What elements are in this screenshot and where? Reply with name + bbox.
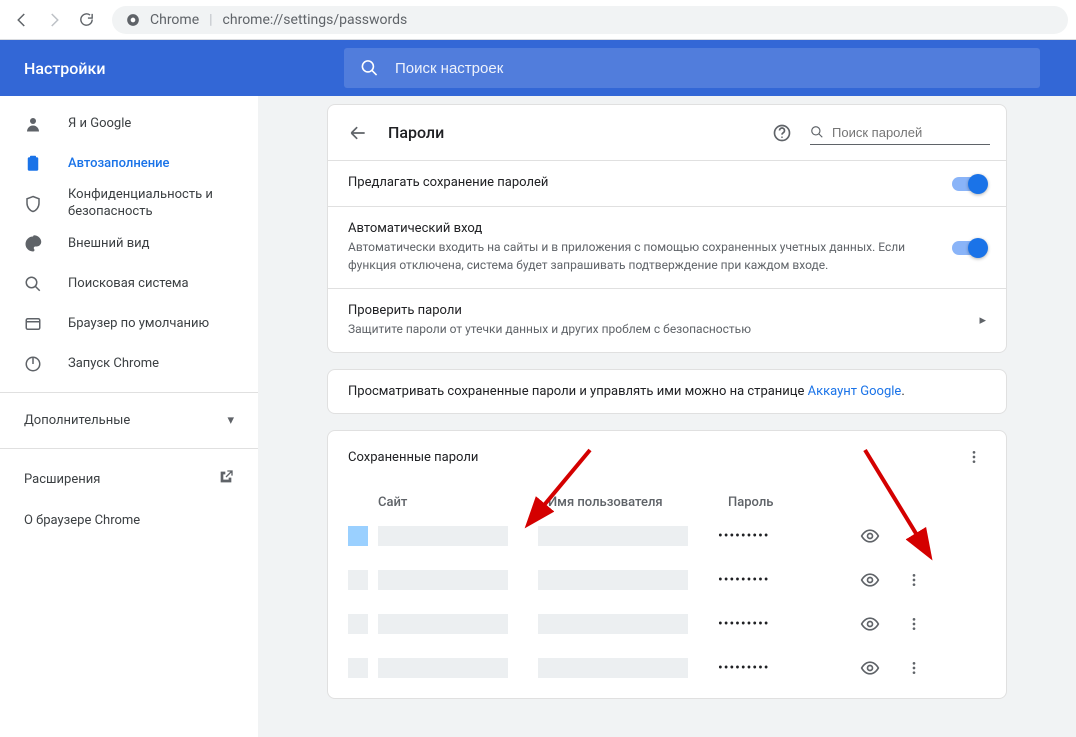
sidebar-item-search[interactable]: Поисковая система	[0, 264, 258, 304]
sidebar-item-startup[interactable]: Запуск Chrome	[0, 344, 258, 384]
chevron-down-icon: ▾	[227, 413, 234, 428]
password-row: •••••••••	[328, 558, 1006, 602]
password-columns: Сайт Имя пользователя Пароль	[328, 483, 1006, 514]
settings-search[interactable]	[344, 48, 1040, 88]
account-hint: Просматривать сохраненные пароли и управ…	[328, 370, 1006, 413]
palette-icon	[24, 235, 44, 253]
page-title: Пароли	[388, 123, 754, 142]
auto-signin-label: Автоматический вход	[348, 221, 936, 236]
browser-toolbar: Chrome | chrome://settings/passwords	[0, 0, 1076, 40]
password-row-menu[interactable]	[902, 656, 926, 680]
sidebar-item-label: Браузер по умолчанию	[68, 316, 258, 333]
chrome-icon	[126, 13, 140, 27]
person-icon	[24, 115, 44, 133]
search-icon	[24, 275, 44, 293]
show-password-button[interactable]	[858, 656, 882, 680]
saved-passwords-menu[interactable]	[962, 445, 986, 469]
address-url: chrome://settings/passwords	[223, 12, 408, 28]
help-button[interactable]	[770, 121, 794, 145]
col-pass: Пароль	[728, 495, 868, 510]
settings-header: Настройки	[0, 40, 1076, 96]
offer-save-toggle[interactable]	[952, 177, 986, 191]
saved-passwords-title: Сохраненные пароли	[348, 450, 962, 465]
password-masked: •••••••••	[718, 528, 858, 544]
password-masked: •••••••••	[718, 616, 858, 632]
sidebar-item-you-and-google[interactable]: Я и Google	[0, 104, 258, 144]
search-icon	[360, 58, 379, 78]
password-row: •••••••••	[328, 602, 1006, 646]
sidebar-item-default-browser[interactable]: Браузер по умолчанию	[0, 304, 258, 344]
sidebar: Я и Google Автозаполнение Конфиденциальн…	[0, 96, 258, 737]
sidebar-item-label: Я и Google	[68, 116, 258, 133]
back-button[interactable]	[8, 6, 36, 34]
password-search[interactable]	[810, 120, 990, 145]
external-link-icon	[218, 469, 234, 489]
address-product: Chrome	[150, 12, 199, 28]
settings-title: Настройки	[24, 59, 344, 78]
site-redacted	[378, 526, 508, 546]
col-site: Сайт	[378, 495, 548, 510]
check-passwords-label: Проверить пароли	[348, 303, 963, 318]
col-user: Имя пользователя	[548, 495, 728, 510]
sidebar-item-privacy[interactable]: Конфиденциальность и безопасность	[0, 184, 258, 224]
site-redacted	[378, 570, 508, 590]
site-redacted	[378, 658, 508, 678]
back-arrow-button[interactable]	[344, 119, 372, 147]
power-icon	[24, 355, 44, 373]
username-redacted	[538, 570, 688, 590]
page-header: Пароли	[327, 104, 1007, 160]
sidebar-item-autofill[interactable]: Автозаполнение	[0, 144, 258, 184]
sidebar-item-appearance[interactable]: Внешний вид	[0, 224, 258, 264]
sidebar-item-label: Внешний вид	[68, 236, 258, 253]
password-masked: •••••••••	[718, 660, 858, 676]
forward-button[interactable]	[40, 6, 68, 34]
password-row-menu[interactable]	[902, 568, 926, 592]
auto-signin-desc: Автоматически входить на сайты и в прило…	[348, 238, 936, 274]
main-content: Пароли Предлагать сохранение паролей	[258, 96, 1076, 737]
google-account-link[interactable]: Аккаунт Google	[808, 384, 902, 399]
password-row-menu[interactable]	[902, 524, 926, 548]
password-search-input[interactable]	[832, 125, 990, 140]
address-bar[interactable]: Chrome | chrome://settings/passwords	[112, 6, 1068, 34]
password-row: •••••••••	[328, 514, 1006, 558]
favicon	[348, 658, 368, 678]
reload-button[interactable]	[72, 6, 100, 34]
sidebar-more[interactable]: Дополнительные ▾	[0, 401, 258, 440]
favicon	[348, 526, 368, 546]
favicon	[348, 570, 368, 590]
browser-icon	[24, 315, 44, 333]
sidebar-about-label: О браузере Chrome	[24, 513, 140, 528]
auto-signin-row: Автоматический вход Автоматически входит…	[328, 206, 1006, 288]
sidebar-item-label: Автозаполнение	[68, 156, 258, 173]
sidebar-item-label: Конфиденциальность и безопасность	[68, 187, 258, 221]
password-row-menu[interactable]	[902, 612, 926, 636]
chevron-right-icon: ▸	[979, 313, 986, 328]
offer-save-row: Предлагать сохранение паролей	[328, 161, 1006, 206]
auto-signin-toggle[interactable]	[952, 241, 986, 255]
offer-save-label: Предлагать сохранение паролей	[348, 175, 936, 190]
sidebar-about[interactable]: О браузере Chrome	[0, 501, 258, 540]
favicon	[348, 614, 368, 634]
clipboard-icon	[24, 155, 44, 173]
sidebar-extensions-label: Расширения	[24, 472, 100, 487]
search-icon	[810, 124, 824, 140]
username-redacted	[538, 526, 688, 546]
shield-icon	[24, 195, 44, 213]
username-redacted	[538, 658, 688, 678]
show-password-button[interactable]	[858, 524, 882, 548]
password-masked: •••••••••	[718, 572, 858, 588]
sidebar-item-label: Запуск Chrome	[68, 356, 258, 373]
saved-passwords-header: Сохраненные пароли	[328, 431, 1006, 483]
show-password-button[interactable]	[858, 568, 882, 592]
show-password-button[interactable]	[858, 612, 882, 636]
check-passwords-row[interactable]: Проверить пароли Защитите пароли от утеч…	[328, 288, 1006, 352]
username-redacted	[538, 614, 688, 634]
password-row: •••••••••	[328, 646, 1006, 690]
sidebar-more-label: Дополнительные	[24, 413, 130, 428]
sidebar-extensions[interactable]: Расширения	[0, 457, 258, 501]
site-redacted	[378, 614, 508, 634]
settings-search-input[interactable]	[395, 60, 1024, 77]
sidebar-item-label: Поисковая система	[68, 276, 258, 293]
check-passwords-desc: Защитите пароли от утечки данных и други…	[348, 320, 963, 338]
